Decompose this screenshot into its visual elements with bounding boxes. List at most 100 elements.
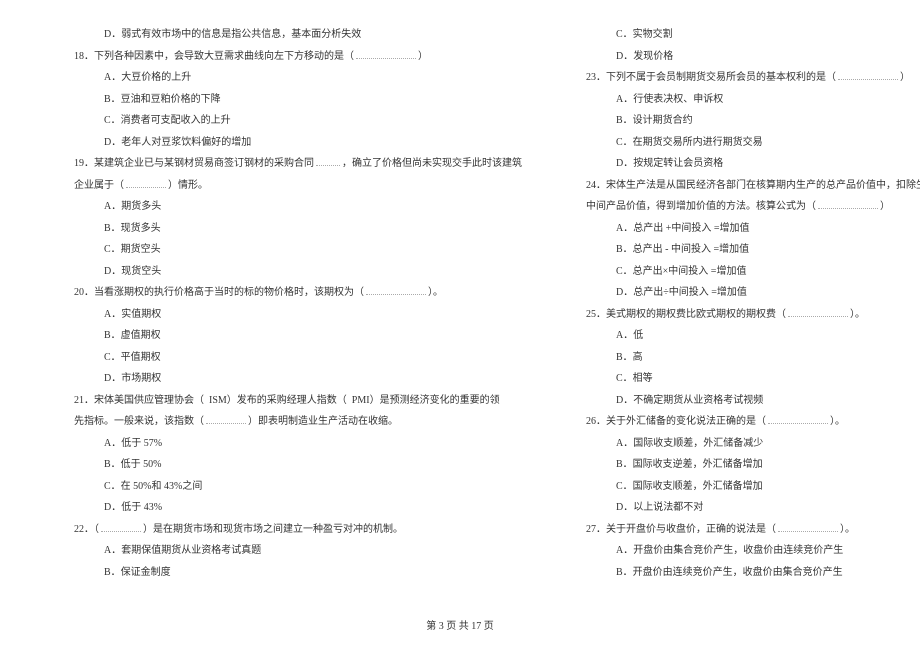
q19-stem-line2: 企业属于（ ）情形。: [60, 175, 522, 197]
option-text: B．现货多头: [104, 223, 161, 234]
q21-option-c: C．在 50%和 43%之间: [60, 476, 522, 498]
stem-text: 23．下列不属于会员制期货交易所会员的基本权利的是（: [586, 72, 836, 83]
stem-suffix: ）: [880, 201, 890, 212]
option-text: B．低于 50%: [104, 459, 162, 470]
option-text: A．套期保值期货从业资格考试真题: [104, 545, 261, 556]
q21-option-a: A．低于 57%: [60, 433, 522, 455]
stem-suffix: ）。: [830, 416, 845, 427]
answer-blank[interactable]: [838, 70, 898, 80]
option-text: A．期货多头: [104, 201, 161, 212]
answer-blank[interactable]: [356, 49, 416, 59]
q22-option-a: A．套期保值期货从业资格考试真题: [60, 540, 522, 562]
option-text: C．期货空头: [104, 244, 161, 255]
option-text: B．虚值期权: [104, 330, 161, 341]
q21-stem-line1: 21．宋体美国供应管理协会（ ISM）发布的采购经理人指数（ PMI）是预测经济…: [60, 390, 522, 412]
answer-blank[interactable]: [768, 414, 828, 424]
q25-option-b: B．高: [572, 347, 920, 369]
stem-text-2: ，确立了价格但尚未实现交手此时该建筑: [342, 158, 522, 169]
answer-blank[interactable]: [126, 178, 166, 188]
q21-option-b: B．低于 50%: [60, 454, 522, 476]
stem-suffix: ）。: [428, 287, 443, 298]
option-text: B．总产出 - 中间投入 =增加值: [616, 244, 749, 255]
stem-a: 21．宋体美国供应管理协会（: [74, 395, 204, 406]
option-text: B．豆油和豆粕价格的下降: [104, 94, 221, 105]
q20-option-c: C．平值期权: [60, 347, 522, 369]
q18-option-b: B．豆油和豆粕价格的下降: [60, 89, 522, 111]
option-text: D．现货空头: [104, 266, 161, 277]
option-text: C．总产出×中间投入 =增加值: [616, 266, 746, 277]
prev-q-option-c: C．实物交割: [572, 24, 920, 46]
q27-option-a: A．开盘价由集合竞价产生，收盘价由连续竞价产生: [572, 540, 920, 562]
q25-stem: 25．美式期权的期权费比欧式期权的期权费（ ）。: [572, 304, 920, 326]
stem-suffix: ）。: [840, 524, 855, 535]
answer-blank[interactable]: [366, 285, 426, 295]
option-text: B．保证金制度: [104, 567, 171, 578]
stem-text: 26．关于外汇储备的变化说法正确的是（: [586, 416, 766, 427]
option-text: B．国际收支逆差，外汇储备增加: [616, 459, 763, 470]
q25-option-c: C．相等: [572, 368, 920, 390]
answer-blank[interactable]: [778, 522, 838, 532]
q26-option-a: A．国际收支顺差，外汇储备减少: [572, 433, 920, 455]
option-text: D．弱式有效市场中的信息是指公共信息，基本面分析失效: [104, 29, 361, 40]
q24-stem-line1: 24．宋体生产法是从国民经济各部门在核算期内生产的总产品价值中，扣除生产过程中投…: [572, 175, 920, 197]
stem-text: 中间产品价值，得到增加价值的方法。核算公式为（: [586, 201, 816, 212]
q23-option-d: D．按规定转让会员资格: [572, 153, 920, 175]
prev-q-option-d: D．弱式有效市场中的信息是指公共信息，基本面分析失效: [60, 24, 522, 46]
option-text: C．消费者可支配收入的上升: [104, 115, 231, 126]
option-text: D．不确定期货从业资格考试视频: [616, 395, 763, 406]
page-columns: D．弱式有效市场中的信息是指公共信息，基本面分析失效 18．下列各种因素中，会导…: [60, 24, 860, 599]
q20-option-d: D．市场期权: [60, 368, 522, 390]
stem-b: ISM）发布的采购经理人指数（: [209, 395, 347, 406]
option-text: C．国际收支顺差，外汇储备增加: [616, 481, 763, 492]
option-text: A．开盘价由集合竞价产生，收盘价由连续竞价产生: [616, 545, 843, 556]
option-text: D．老年人对豆浆饮料偏好的增加: [104, 137, 251, 148]
q24-option-a: A．总产出 +中间投入 =增加值: [572, 218, 920, 240]
option-text: D．低于 43%: [104, 502, 162, 513]
option-text: B．高: [616, 352, 643, 363]
q24-option-d: D．总产出÷中间投入 =增加值: [572, 282, 920, 304]
option-text: A．行使表决权、申诉权: [616, 94, 723, 105]
stem-b: ）是在期货市场和现货市场之间建立一种盈亏对冲的机制。: [143, 524, 403, 535]
q24-option-c: C．总产出×中间投入 =增加值: [572, 261, 920, 283]
stem-text: 24．宋体生产法是从国民经济各部门在核算期内生产的总产品价值中，扣除生产过程中投…: [586, 180, 920, 191]
q18-option-d: D．老年人对豆浆饮料偏好的增加: [60, 132, 522, 154]
q22-stem: 22．（）是在期货市场和现货市场之间建立一种盈亏对冲的机制。: [60, 519, 522, 541]
option-text: A．国际收支顺差，外汇储备减少: [616, 438, 763, 449]
q20-option-a: A．实值期权: [60, 304, 522, 326]
answer-blank[interactable]: [206, 414, 246, 424]
stem-suffix: ）。: [850, 309, 865, 320]
q23-option-a: A．行使表决权、申诉权: [572, 89, 920, 111]
q22-option-b: B．保证金制度: [60, 562, 522, 584]
q19-option-c: C．期货空头: [60, 239, 522, 261]
stem-text: 25．美式期权的期权费比欧式期权的期权费（: [586, 309, 786, 320]
q19-option-a: A．期货多头: [60, 196, 522, 218]
stem-text: 企业属于（: [74, 180, 124, 191]
stem-c: PMI）是预测经济变化的重要的领: [352, 395, 500, 406]
option-text: D．发现价格: [616, 51, 673, 62]
answer-blank[interactable]: [101, 522, 141, 532]
option-text: C．相等: [616, 373, 653, 384]
option-text: A．低于 57%: [104, 438, 162, 449]
stem-text: 27．关于开盘价与收盘价，正确的说法是（: [586, 524, 776, 535]
q21-option-d: D．低于 43%: [60, 497, 522, 519]
q19-stem-line1: 19．某建筑企业已与某钢材贸易商签订钢材的采购合同，确立了价格但尚未实现交手此时…: [60, 153, 522, 175]
q20-option-b: B．虚值期权: [60, 325, 522, 347]
stem-a: 先指标。一般来说，该指数（: [74, 416, 204, 427]
q18-option-a: A．大豆价格的上升: [60, 67, 522, 89]
stem-suffix: ）情形。: [168, 180, 208, 191]
option-text: A．总产出 +中间投入 =增加值: [616, 223, 750, 234]
q18-stem: 18．下列各种因素中，会导致大豆需求曲线向左下方移动的是（）: [60, 46, 522, 68]
q26-option-b: B．国际收支逆差，外汇储备增加: [572, 454, 920, 476]
q19-option-b: B．现货多头: [60, 218, 522, 240]
option-text: C．平值期权: [104, 352, 161, 363]
page-number: 第 3 页 共 17 页: [426, 621, 494, 632]
answer-blank[interactable]: [818, 199, 878, 209]
option-text: C．在期货交易所内进行期货交易: [616, 137, 763, 148]
q26-option-d: D．以上说法都不对: [572, 497, 920, 519]
page-footer: 第 3 页 共 17 页: [0, 617, 920, 632]
stem-b: ）即表明制造业生产活动在收缩。: [248, 416, 398, 427]
q25-option-a: A．低: [572, 325, 920, 347]
answer-blank[interactable]: [788, 307, 848, 317]
q25-option-d: D．不确定期货从业资格考试视频: [572, 390, 920, 412]
q26-stem: 26．关于外汇储备的变化说法正确的是（ ）。: [572, 411, 920, 433]
